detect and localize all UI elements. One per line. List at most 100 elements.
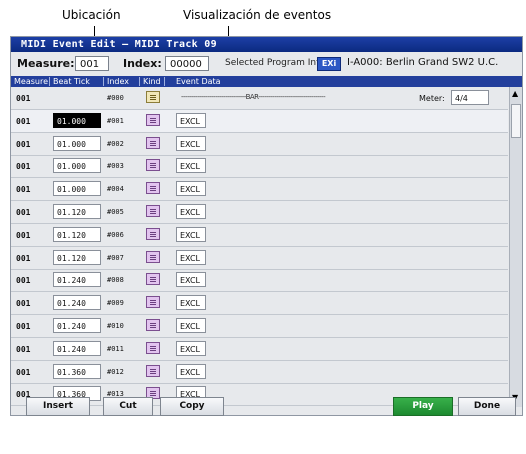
cut-button[interactable]: Cut [103, 397, 153, 416]
row-measure: 001 [16, 322, 31, 331]
scroll-thumb[interactable] [511, 104, 521, 138]
event-data-field[interactable]: EXCL [176, 318, 206, 333]
beat-tick-field[interactable]: 01.120 [53, 227, 101, 242]
meter-field[interactable]: 4/4 [451, 90, 489, 105]
bar-row[interactable]: 001 #000 -------------------------------… [11, 87, 508, 110]
event-row[interactable]: 001 01.000 #004 EXCL [11, 178, 508, 201]
row-index: #012 [107, 368, 124, 376]
measure-label: Measure: [17, 57, 75, 70]
row-index: #002 [107, 140, 124, 148]
row-measure: 001 [16, 208, 31, 217]
index-field[interactable]: 00000 [165, 56, 209, 71]
event-data-field[interactable]: EXCL [176, 364, 206, 379]
info-bar: Measure: 001 Index: 00000 Selected Progr… [11, 54, 522, 74]
event-row[interactable]: 001 01.000 #003 EXCL [11, 155, 508, 178]
program-info-label: Selected Program Info.: [225, 58, 331, 68]
event-data-field[interactable]: EXCL [176, 227, 206, 242]
row-measure: 001 [16, 345, 31, 354]
beat-tick-field[interactable]: 01.360 [53, 364, 101, 379]
copy-button[interactable]: Copy [160, 397, 224, 416]
insert-button[interactable]: Insert [26, 397, 90, 416]
row-index: #000 [107, 94, 124, 102]
row-measure: 001 [16, 231, 31, 240]
event-data-field[interactable]: EXCL [176, 204, 206, 219]
row-index: #004 [107, 185, 124, 193]
sysex-event-icon [146, 296, 160, 308]
event-row[interactable]: 001 01.240 #009 EXCL [11, 292, 508, 315]
event-data-field[interactable]: EXCL [176, 272, 206, 287]
event-row[interactable]: 001 01.120 #005 EXCL [11, 201, 508, 224]
sysex-event-icon [146, 137, 160, 149]
sysex-event-icon [146, 251, 160, 263]
row-measure: 001 [16, 254, 31, 263]
row-index: #008 [107, 276, 124, 284]
arrow-up-icon[interactable]: ▲ [512, 89, 518, 98]
row-index: #010 [107, 322, 124, 330]
beat-tick-field[interactable]: 01.000 [53, 113, 101, 128]
event-data-field[interactable]: EXCL [176, 181, 206, 196]
row-measure: 001 [16, 140, 31, 149]
beat-tick-field[interactable]: 01.000 [53, 158, 101, 173]
col-kind: Kind [143, 77, 161, 86]
sysex-event-icon [146, 205, 160, 217]
row-measure: 001 [16, 185, 31, 194]
beat-tick-field[interactable]: 01.120 [53, 250, 101, 265]
event-data-field[interactable]: EXCL [176, 136, 206, 151]
sysex-event-icon [146, 273, 160, 285]
row-index: #007 [107, 254, 124, 262]
beat-tick-field[interactable]: 01.240 [53, 272, 101, 287]
col-measure: Measure [14, 77, 48, 86]
event-row[interactable]: 001 01.240 #010 EXCL [11, 315, 508, 338]
event-row[interactable]: 001 01.360 #012 EXCL [11, 361, 508, 384]
sysex-event-icon [146, 114, 160, 126]
event-data-field[interactable]: EXCL [176, 341, 206, 356]
col-index: Index [107, 77, 130, 86]
beat-tick-field[interactable]: 01.240 [53, 341, 101, 356]
event-data-field[interactable]: EXCL [176, 250, 206, 265]
callout-event-display: Visualización de eventos [183, 8, 332, 22]
event-data-field[interactable]: EXCL [176, 113, 206, 128]
window-title: MIDI Event Edit – MIDI Track 09 [11, 37, 522, 52]
event-data-field[interactable]: EXCL [176, 158, 206, 173]
event-row[interactable]: 001 01.000 #001 EXCL [11, 110, 508, 133]
sysex-event-icon [146, 228, 160, 240]
col-beat-tick: Beat Tick [53, 77, 90, 86]
bank-badge: EXi [317, 57, 341, 71]
beat-tick-field[interactable]: 01.240 [53, 295, 101, 310]
meter-label: Meter: [419, 94, 445, 103]
row-index: #001 [107, 117, 124, 125]
sysex-event-icon [146, 365, 160, 377]
event-data-field[interactable]: EXCL [176, 295, 206, 310]
bar-line-text: --------------------------------BAR-----… [181, 93, 326, 101]
measure-field[interactable]: 001 [75, 56, 109, 71]
play-button[interactable]: Play [393, 397, 453, 416]
vertical-scrollbar[interactable]: ▲ ▼ [509, 87, 522, 407]
row-index: #009 [107, 299, 124, 307]
row-measure: 001 [16, 117, 31, 126]
row-measure: 001 [16, 368, 31, 377]
done-button[interactable]: Done [458, 397, 516, 416]
event-row[interactable]: 001 01.240 #011 EXCL [11, 338, 508, 361]
row-measure: 001 [16, 299, 31, 308]
event-list: 001 #000 -------------------------------… [11, 87, 508, 407]
sysex-event-icon [146, 342, 160, 354]
col-event-data: Event Data [176, 77, 221, 86]
beat-tick-field[interactable]: 01.120 [53, 204, 101, 219]
index-label: Index: [123, 57, 162, 70]
event-row[interactable]: 001 01.240 #008 EXCL [11, 269, 508, 292]
row-measure: 001 [16, 94, 31, 103]
beat-tick-field[interactable]: 01.240 [53, 318, 101, 333]
sysex-event-icon [146, 159, 160, 171]
beat-tick-field[interactable]: 01.000 [53, 181, 101, 196]
event-row[interactable]: 001 01.120 #007 EXCL [11, 247, 508, 270]
event-row[interactable]: 001 01.000 #002 EXCL [11, 133, 508, 156]
row-measure: 001 [16, 276, 31, 285]
event-row[interactable]: 001 01.120 #006 EXCL [11, 224, 508, 247]
row-index: #003 [107, 162, 124, 170]
beat-tick-field[interactable]: 01.000 [53, 136, 101, 151]
row-index: #011 [107, 345, 124, 353]
row-index: #006 [107, 231, 124, 239]
sysex-event-icon [146, 319, 160, 331]
row-index: #005 [107, 208, 124, 216]
sysex-event-icon [146, 182, 160, 194]
